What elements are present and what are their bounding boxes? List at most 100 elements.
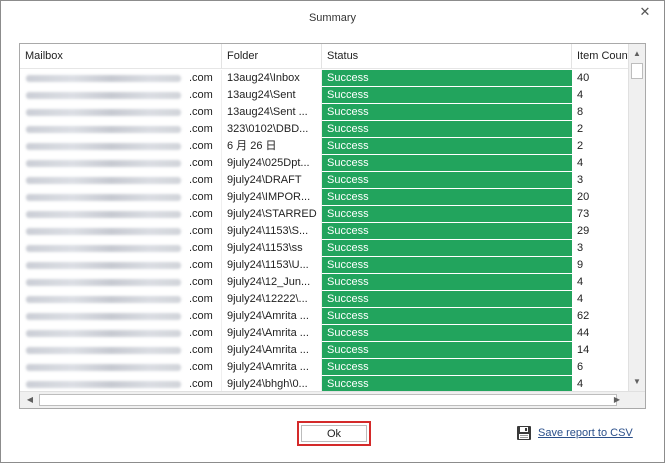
mailbox-domain: .com [189, 310, 213, 322]
scroll-down-icon[interactable]: ▼ [629, 374, 645, 390]
table-row[interactable]: .com 13aug24\Inbox Success 40 [20, 70, 630, 87]
table-row[interactable]: .com 9july24\Amrita ... Success 62 [20, 308, 630, 325]
table-row[interactable]: .com 9july24\1153\ss Success 3 [20, 240, 630, 257]
mailbox-cell: .com [20, 138, 222, 155]
table-row[interactable]: .com 9july24\12222\... Success 4 [20, 291, 630, 308]
item-count-cell: 8 [577, 106, 584, 118]
save-disk-icon [517, 426, 531, 440]
mailbox-domain: .com [189, 106, 213, 118]
mailbox-cell: .com [20, 240, 222, 257]
folder-cell: 9july24\12222\... [222, 291, 322, 308]
table-row[interactable]: .com 9july24\Amrita ... Success 44 [20, 325, 630, 342]
item-count-cell: 3 [577, 242, 584, 254]
column-header-mailbox[interactable]: Mailbox [20, 44, 222, 69]
folder-cell: 9july24\12_Jun... [222, 274, 322, 291]
item-count-cell: 40 [577, 72, 590, 84]
redacted-email [26, 92, 181, 99]
mailbox-domain: .com [189, 276, 213, 288]
table-row[interactable]: .com 9july24\Amrita ... Success 6 [20, 359, 630, 376]
item-count-cell: 3 [577, 174, 584, 186]
redacted-email [26, 364, 181, 371]
close-icon[interactable]: ✕ [637, 4, 653, 20]
column-header-status[interactable]: Status [322, 44, 572, 69]
status-cell: Success [322, 189, 572, 206]
summary-dialog: Summary ✕ Mailbox Folder Status Item Cou… [0, 0, 665, 463]
redacted-email [26, 211, 181, 218]
status-cell: Success [322, 87, 572, 104]
redacted-email [26, 279, 181, 286]
table-row[interactable]: .com 9july24\1153\U... Success 9 [20, 257, 630, 274]
folder-cell: 9july24\DRAFT [222, 172, 322, 189]
horizontal-scrollbar[interactable]: ◀ ▶ [20, 391, 645, 408]
table-row[interactable]: .com 9july24\Amrita ... Success 14 [20, 342, 630, 359]
mailbox-domain: .com [189, 89, 213, 101]
status-cell: Success [322, 274, 572, 291]
table-row[interactable]: .com 9july24\025Dpt... Success 4 [20, 155, 630, 172]
status-cell: Success [322, 325, 572, 342]
table-row[interactable]: .com 9july24\IMPOR... Success 20 [20, 189, 630, 206]
folder-cell: 9july24\bhgh\0... [222, 376, 322, 392]
status-cell: Success [322, 155, 572, 172]
table-row[interactable]: .com 6 月 26 日 Success 2 [20, 138, 630, 155]
horizontal-scroll-thumb[interactable] [39, 394, 617, 406]
table-row[interactable]: .com 9july24\12_Jun... Success 4 [20, 274, 630, 291]
status-cell: Success [322, 138, 572, 155]
ok-button[interactable]: Ok [297, 421, 371, 446]
mailbox-domain: .com [189, 344, 213, 356]
item-count-cell: 9 [577, 259, 584, 271]
folder-cell: 13aug24\Sent ... [222, 104, 322, 121]
mailbox-cell: .com [20, 87, 222, 104]
redacted-email [26, 330, 181, 337]
item-count-cell: 2 [577, 140, 584, 152]
folder-cell: 13aug24\Inbox [222, 70, 322, 87]
redacted-email [26, 381, 181, 388]
table-row[interactable]: .com 9july24\1153\S... Success 29 [20, 223, 630, 240]
save-report-link[interactable]: Save report to CSV [516, 424, 633, 442]
folder-cell: 9july24\1153\ss [222, 240, 322, 257]
scroll-right-icon[interactable]: ▶ [609, 392, 625, 408]
item-count-cell: 4 [577, 293, 584, 305]
redacted-email [26, 75, 181, 82]
mailbox-cell: .com [20, 206, 222, 223]
folder-cell: 9july24\1153\S... [222, 223, 322, 240]
redacted-email [26, 245, 181, 252]
vertical-scroll-thumb[interactable] [631, 63, 643, 79]
redacted-email [26, 296, 181, 303]
redacted-email [26, 228, 181, 235]
table-row[interactable]: .com 9july24\DRAFT Success 3 [20, 172, 630, 189]
mailbox-domain: .com [189, 140, 213, 152]
status-cell: Success [322, 359, 572, 376]
table-row[interactable]: .com 323\0102\DBD... Success 2 [20, 121, 630, 138]
redacted-email [26, 126, 181, 133]
status-cell: Success [322, 342, 572, 359]
scroll-up-icon[interactable]: ▲ [629, 46, 645, 62]
mailbox-domain: .com [189, 378, 213, 390]
mailbox-cell: .com [20, 274, 222, 291]
item-count-cell: 4 [577, 157, 584, 169]
table-row[interactable]: .com 9july24\bhgh\0... Success 4 [20, 376, 630, 392]
folder-cell: 9july24\IMPOR... [222, 189, 322, 206]
mailbox-cell: .com [20, 70, 222, 87]
vertical-scrollbar[interactable]: ▲ ▼ [628, 44, 645, 392]
dialog-title: Summary [308, 12, 357, 24]
table-row[interactable]: .com 13aug24\Sent Success 4 [20, 87, 630, 104]
mailbox-cell: .com [20, 325, 222, 342]
mailbox-domain: .com [189, 123, 213, 135]
table-row[interactable]: .com 13aug24\Sent ... Success 8 [20, 104, 630, 121]
column-header-item-count[interactable]: Item Count [572, 44, 630, 69]
mailbox-cell: .com [20, 376, 222, 392]
status-cell: Success [322, 70, 572, 87]
item-count-cell: 14 [577, 344, 590, 356]
redacted-email [26, 262, 181, 269]
folder-cell: 6 月 26 日 [222, 138, 322, 155]
folder-cell: 9july24\Amrita ... [222, 359, 322, 376]
table-row[interactable]: .com 9july24\STARRED Success 73 [20, 206, 630, 223]
item-count-cell: 2 [577, 123, 584, 135]
item-count-cell: 4 [577, 276, 584, 288]
mailbox-domain: .com [189, 191, 213, 203]
mailbox-cell: .com [20, 104, 222, 121]
mailbox-cell: .com [20, 257, 222, 274]
status-cell: Success [322, 223, 572, 240]
column-header-folder[interactable]: Folder [222, 44, 322, 69]
scroll-left-icon[interactable]: ◀ [22, 392, 38, 408]
